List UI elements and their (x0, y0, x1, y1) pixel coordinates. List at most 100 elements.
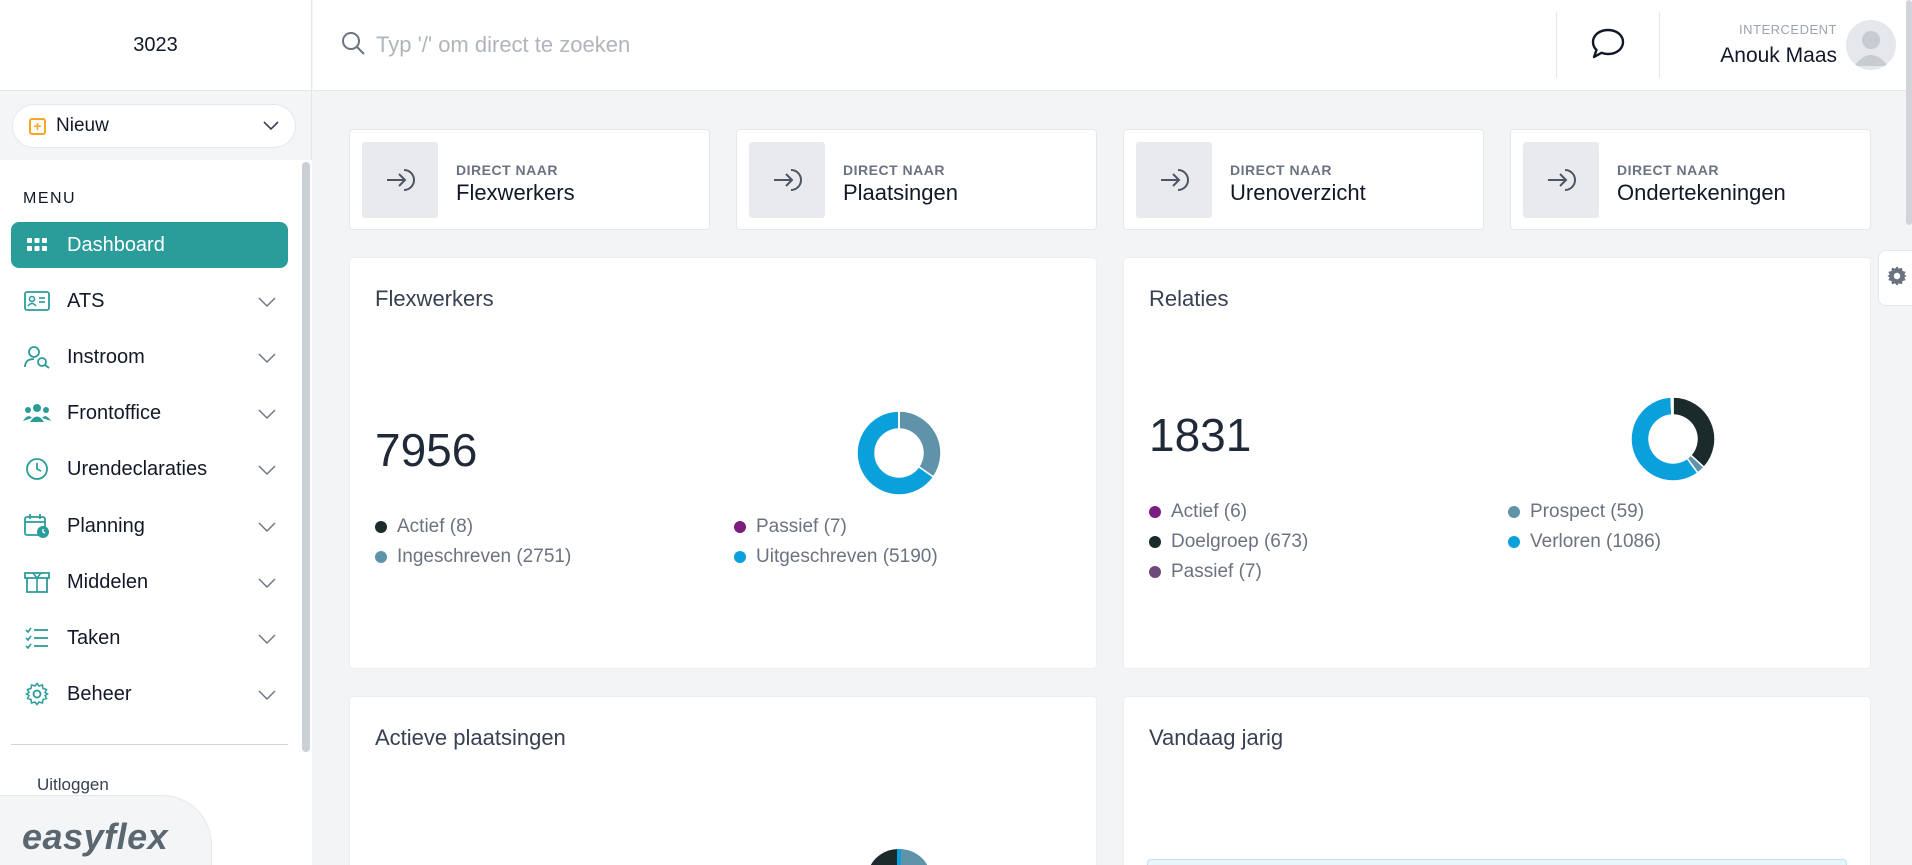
legend-dot (1149, 536, 1161, 548)
legend-label: Actief (8) (397, 516, 474, 537)
relaties-total: 1831 (1149, 409, 1252, 461)
legend-dot (1149, 506, 1161, 518)
chevron-down-icon (258, 683, 276, 706)
legend-dot (1508, 536, 1520, 548)
quick-link-caption: DIRECT NAAR (1617, 162, 1719, 178)
actieve-plaatsingen-panel: Actieve plaatsingen (349, 696, 1097, 865)
arrow-right-icon (362, 142, 438, 218)
arrow-right-icon (749, 142, 825, 218)
legend-label: Ingeschreven (2751) (397, 546, 572, 567)
flexwerkers-panel: Flexwerkers 7956 Actief (8) Passief (7) … (349, 257, 1097, 669)
checklist-icon (23, 624, 51, 652)
quick-link-label: Plaatsingen (843, 180, 958, 205)
legend-item[interactable]: Prospect (59) (1508, 501, 1644, 523)
legend-item[interactable]: Actief (8) (375, 516, 473, 538)
vandaag-jarig-panel: Vandaag jarig (1123, 696, 1871, 865)
legend-dot (375, 521, 387, 533)
sidebar-item-taken[interactable]: Taken (11, 615, 288, 661)
chevron-down-icon (258, 571, 276, 594)
sidebar-item-label: Taken (67, 626, 121, 649)
legend-label: Verloren (1086) (1530, 531, 1661, 552)
sidebar-scrollbar-thumb[interactable] (302, 162, 310, 752)
chat-icon[interactable] (1591, 28, 1625, 65)
gear-icon (1886, 265, 1908, 292)
legend-dot (375, 551, 387, 563)
plus-icon: + (29, 117, 46, 135)
chevron-down-icon (258, 402, 276, 425)
id-card-icon (23, 287, 51, 315)
arrow-right-icon (1136, 142, 1212, 218)
legend-dot (1508, 506, 1520, 518)
legend-item[interactable]: Doelgroep (673) (1149, 531, 1308, 553)
sidebar-item-middelen[interactable]: Middelen (11, 559, 288, 605)
sidebar-item-label: Urendeclaraties (67, 457, 208, 480)
quick-link-caption: DIRECT NAAR (456, 162, 558, 178)
sidebar-item-label: Frontoffice (67, 401, 162, 424)
legend-item[interactable]: Verloren (1086) (1508, 531, 1661, 553)
tenant-code: 3023 (0, 0, 311, 91)
clock-icon (23, 455, 51, 483)
sidebar-item-label: Instroom (67, 345, 145, 368)
flexwerkers-total: 7956 (375, 424, 478, 476)
legend-label: Passief (7) (1171, 561, 1262, 582)
flexwerkers-donut-chart (856, 410, 942, 496)
sidebar-item-dashboard[interactable]: Dashboard (11, 222, 288, 268)
legend-item[interactable]: Uitgeschreven (5190) (734, 546, 938, 568)
legend-dot (734, 521, 746, 533)
donut-segment (899, 848, 928, 865)
sidebar-item-beheer[interactable]: Beheer (11, 671, 288, 717)
calendar-clock-icon (23, 512, 51, 540)
sidebar-item-label: ATS (67, 289, 105, 312)
sidebar-item-frontoffice[interactable]: Frontoffice (11, 390, 288, 436)
sidebar-item-label: Beheer (67, 682, 132, 705)
quick-link-plaatsingen[interactable]: DIRECT NAAR Plaatsingen (736, 129, 1097, 230)
sidebar-item-ats[interactable]: ATS (11, 278, 288, 324)
users-group-icon (23, 399, 51, 427)
chevron-down-icon (258, 346, 276, 369)
search-icon[interactable] (340, 30, 366, 61)
relaties-donut-chart (1630, 396, 1716, 482)
header-divider (1556, 12, 1557, 78)
gear-icon (23, 680, 51, 708)
donut-segment (897, 849, 901, 865)
panel-title: Actieve plaatsingen (375, 725, 566, 750)
chevron-down-icon (263, 115, 279, 137)
search-input[interactable] (376, 26, 1526, 64)
panel-title: Vandaag jarig (1149, 725, 1284, 750)
legend-item[interactable]: Passief (7) (734, 516, 847, 538)
sidebar-item-urendeclaraties[interactable]: Urendeclaraties (11, 446, 288, 492)
sidebar-item-label: Dashboard (67, 233, 165, 256)
chevron-down-icon (258, 458, 276, 481)
settings-tab[interactable] (1878, 250, 1912, 306)
chevron-down-icon (258, 515, 276, 538)
user-role: INTERCEDENT (1739, 22, 1837, 37)
legend-item[interactable]: Actief (6) (1149, 501, 1247, 523)
logout-link[interactable]: Uitloggen (37, 775, 109, 795)
new-button-label: Nieuw (56, 115, 109, 136)
legend-label: Passief (7) (756, 516, 847, 537)
legend-label: Prospect (59) (1530, 501, 1645, 522)
box-icon (23, 568, 51, 596)
user-name[interactable]: Anouk Maas (1720, 44, 1837, 68)
panel-title: Relaties (1149, 286, 1229, 311)
quick-link-urenoverzicht[interactable]: DIRECT NAAR Urenoverzicht (1123, 129, 1484, 230)
legend-label: Uitgeschreven (5190) (756, 546, 938, 567)
legend-item[interactable]: Passief (7) (1149, 561, 1262, 583)
quick-link-flexwerkers[interactable]: DIRECT NAAR Flexwerkers (349, 129, 710, 230)
relaties-panel: Relaties 1831 Actief (6) Prospect (59) D… (1123, 257, 1871, 669)
avatar[interactable] (1846, 20, 1896, 70)
quick-link-label: Flexwerkers (456, 180, 575, 205)
quick-link-caption: DIRECT NAAR (843, 162, 945, 178)
sidebar-item-planning[interactable]: Planning (11, 503, 288, 549)
legend-item[interactable]: Ingeschreven (2751) (375, 546, 571, 568)
user-search-icon (23, 343, 51, 371)
donut-segment[interactable] (1671, 396, 1674, 416)
donut-segment[interactable] (1672, 396, 1716, 469)
page-scrollbar[interactable] (1906, 0, 1912, 225)
new-button[interactable]: + Nieuw (12, 104, 296, 148)
sidebar-item-instroom[interactable]: Instroom (11, 334, 288, 380)
arrow-right-icon (1523, 142, 1599, 218)
menu-title: MENU (23, 190, 77, 207)
donut-segment (870, 848, 899, 865)
quick-link-ondertekeningen[interactable]: DIRECT NAAR Ondertekeningen (1510, 129, 1871, 230)
